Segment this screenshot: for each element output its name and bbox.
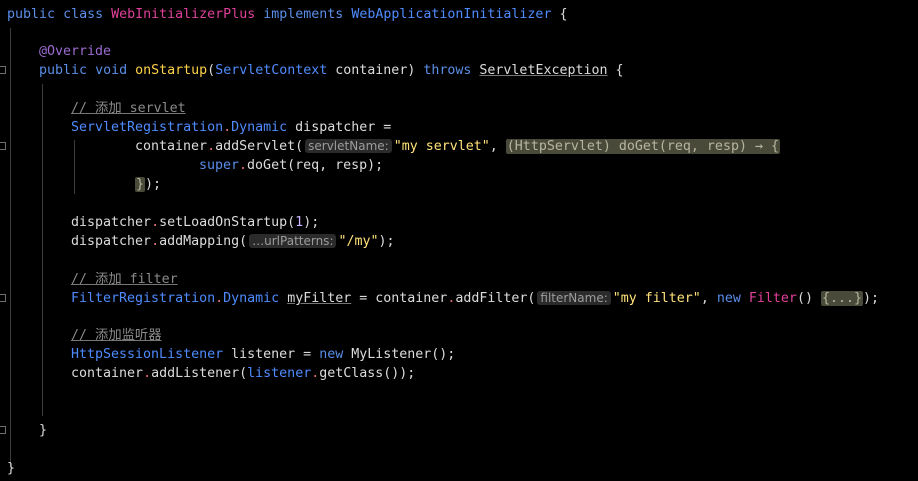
paren: ( bbox=[207, 63, 216, 78]
code-line[interactable]: HttpSessionListener listener = new MyLis… bbox=[71, 345, 455, 364]
code-line[interactable]: dispatcher.addMapping(…urlPatterns: "/my"… bbox=[71, 232, 395, 251]
code-line[interactable]: container.addServlet(servletName: "my ser… bbox=[135, 137, 780, 156]
dot: . bbox=[223, 120, 232, 135]
code-line[interactable]: } bbox=[39, 421, 47, 440]
code-line[interactable]: // 添加 filter bbox=[71, 270, 178, 289]
keyword: new bbox=[319, 347, 344, 362]
code-text: = container bbox=[351, 291, 448, 306]
keyword: void bbox=[95, 63, 128, 78]
string-literal: "my servlet" bbox=[393, 139, 490, 154]
code-line[interactable]: super.doGet(req, resp); bbox=[199, 156, 383, 175]
comma: , bbox=[489, 139, 498, 154]
fold-marker-icon[interactable] bbox=[0, 142, 6, 150]
class-name: Filter bbox=[748, 291, 797, 306]
indent-guide bbox=[10, 28, 11, 468]
keyword: public bbox=[7, 7, 56, 22]
code-line[interactable]: @Override bbox=[39, 42, 111, 61]
code-editor[interactable]: public class WebInitializerPlus implemen… bbox=[0, 0, 918, 481]
comment: // 添加 filter bbox=[71, 272, 178, 287]
type-name: HttpSessionListener bbox=[71, 347, 224, 362]
number-literal: 1 bbox=[295, 215, 304, 230]
folded-lambda[interactable]: (HttpServlet) doGet(req, resp) → { bbox=[505, 139, 780, 154]
parameter-hint: …urlPatterns: bbox=[249, 234, 337, 248]
code-line[interactable]: // 添加 servlet bbox=[71, 99, 186, 118]
code-line[interactable]: public void onStartup(ServletContext con… bbox=[39, 61, 624, 80]
code-line[interactable]: dispatcher.setLoadOnStartup(1); bbox=[71, 213, 319, 232]
param: container) bbox=[327, 63, 416, 78]
brace: } bbox=[39, 423, 48, 438]
interface-name: WebApplicationInitializer bbox=[351, 7, 552, 22]
dot: . bbox=[215, 291, 224, 306]
code-text: ); bbox=[303, 215, 320, 230]
code-line[interactable]: public class WebInitializerPlus implemen… bbox=[7, 5, 567, 24]
method-call: addServlet( bbox=[215, 139, 304, 154]
brace: { bbox=[607, 63, 624, 78]
code-line[interactable]: } bbox=[7, 459, 15, 478]
code-text: listener = bbox=[223, 347, 320, 362]
parameter-hint: filterName: bbox=[537, 291, 611, 305]
brace: { bbox=[551, 7, 568, 22]
method-call: addListener( bbox=[151, 366, 248, 381]
dot: . bbox=[239, 158, 248, 173]
type-name: FilterRegistration bbox=[71, 291, 216, 306]
comma: , bbox=[700, 291, 709, 306]
type-name: ServletRegistration bbox=[71, 120, 224, 135]
class-name: WebInitializerPlus bbox=[111, 7, 256, 22]
indent-guide bbox=[74, 140, 75, 194]
string-literal: "my filter" bbox=[612, 291, 701, 306]
dot: . bbox=[207, 139, 216, 154]
identifier: container bbox=[135, 139, 208, 154]
type-name: Dynamic bbox=[231, 120, 288, 135]
parameter-hint: servletName: bbox=[305, 139, 392, 153]
identifier: dispatcher bbox=[71, 215, 152, 230]
method-call: doGet(req, resp); bbox=[247, 158, 384, 173]
dot: . bbox=[143, 366, 152, 381]
annotation: @Override bbox=[39, 44, 112, 59]
code-text: ); bbox=[145, 177, 162, 192]
dot: . bbox=[151, 215, 160, 230]
dot: . bbox=[151, 234, 160, 249]
keyword: implements bbox=[263, 7, 344, 22]
keyword: class bbox=[63, 7, 104, 22]
method-call: addFilter( bbox=[455, 291, 536, 306]
string-literal: "/my" bbox=[338, 234, 379, 249]
constructor-call: MyListener(); bbox=[343, 347, 456, 362]
identifier: container bbox=[71, 366, 144, 381]
exception-type: ServletException bbox=[479, 63, 608, 78]
code-line[interactable]: }); bbox=[135, 175, 161, 194]
method-call: addMapping( bbox=[159, 234, 248, 249]
keyword: super bbox=[199, 158, 240, 173]
code-line[interactable]: FilterRegistration.Dynamic myFilter = co… bbox=[71, 289, 879, 308]
method-name: onStartup bbox=[135, 63, 208, 78]
identifier: dispatcher bbox=[71, 234, 152, 249]
fold-marker-icon[interactable] bbox=[0, 426, 6, 434]
code-line[interactable]: ServletRegistration.Dynamic dispatcher = bbox=[71, 118, 391, 137]
folded-block[interactable]: {...} bbox=[820, 291, 863, 306]
brace: } bbox=[7, 461, 16, 476]
code-line[interactable]: container.addListener(listener.getClass(… bbox=[71, 364, 415, 383]
indent-guide bbox=[42, 84, 43, 416]
fold-marker-icon[interactable] bbox=[0, 294, 6, 302]
type-name: Dynamic bbox=[223, 291, 280, 306]
keyword: throws bbox=[423, 63, 472, 78]
comment: // 添加监听器 bbox=[71, 328, 162, 343]
code-text: dispatcher = bbox=[287, 120, 392, 135]
code-text: ); bbox=[863, 291, 880, 306]
paren: () bbox=[796, 291, 813, 306]
variable: myFilter bbox=[287, 291, 352, 306]
code-line[interactable]: // 添加监听器 bbox=[71, 326, 162, 345]
comment: // 添加 servlet bbox=[71, 101, 186, 116]
code-text: ); bbox=[378, 234, 395, 249]
method-call: setLoadOnStartup( bbox=[159, 215, 296, 230]
variable: listener bbox=[247, 366, 312, 381]
fold-marker-icon[interactable] bbox=[0, 66, 6, 74]
keyword: public bbox=[39, 63, 88, 78]
type-name: ServletContext bbox=[215, 63, 328, 78]
method-call: getClass()); bbox=[319, 366, 416, 381]
keyword: new bbox=[716, 291, 741, 306]
folded-brace[interactable]: } bbox=[135, 177, 146, 192]
